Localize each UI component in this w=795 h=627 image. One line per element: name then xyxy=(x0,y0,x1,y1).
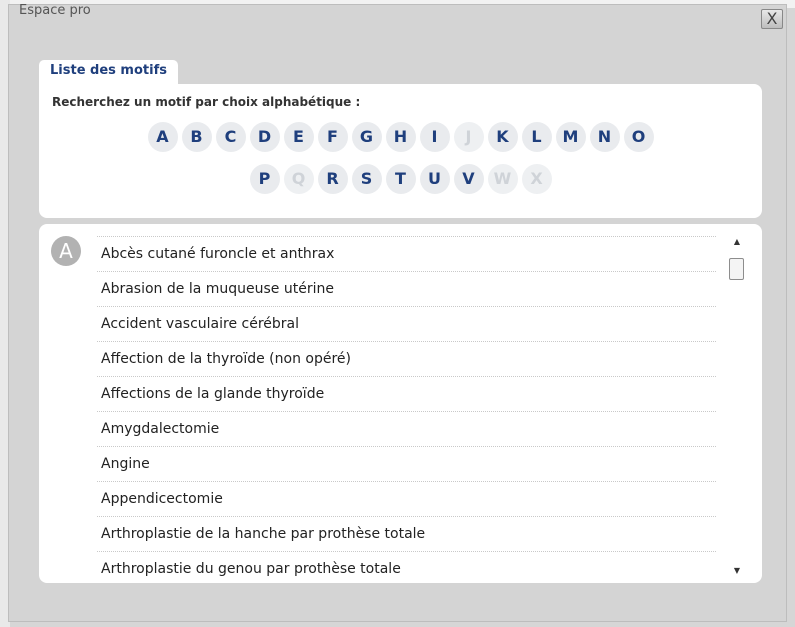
list-item[interactable]: Affections de la glande thyroïde xyxy=(97,377,716,412)
letter-button-j: J xyxy=(453,122,484,152)
list-item[interactable]: Arthroplastie de la hanche par prothèse … xyxy=(97,517,716,552)
letter-button-q: Q xyxy=(283,164,314,194)
motifs-list-panel: A Abcès cutané furoncle et anthrax Abrasi… xyxy=(39,224,762,583)
letter-button-o[interactable]: O xyxy=(623,122,654,152)
list-item[interactable]: Abrasion de la muqueuse utérine xyxy=(97,272,716,307)
list-item[interactable]: Accident vasculaire cérébral xyxy=(97,307,716,342)
list-scrollbar[interactable]: ▲ ▼ xyxy=(728,234,746,579)
letter-button-c[interactable]: C xyxy=(215,122,246,152)
section-letter-badge: A xyxy=(51,236,81,266)
alphabet-filter-panel: Recherchez un motif par choix alphabétiq… xyxy=(39,84,762,218)
alphabet-row-2: PQRSTUVWX xyxy=(39,164,762,194)
list-item[interactable]: Affection de la thyroïde (non opéré) xyxy=(97,342,716,377)
letter-button-w: W xyxy=(487,164,518,194)
letter-button-k[interactable]: K xyxy=(487,122,518,152)
letter-button-u[interactable]: U xyxy=(419,164,450,194)
letter-button-r[interactable]: R xyxy=(317,164,348,194)
alphabet-prompt: Recherchez un motif par choix alphabétiq… xyxy=(52,95,361,109)
dialog-title: Espace pro xyxy=(19,3,91,18)
list-item[interactable]: Angine xyxy=(97,447,716,482)
letter-button-i[interactable]: I xyxy=(419,122,450,152)
letter-button-t[interactable]: T xyxy=(385,164,416,194)
letter-button-s[interactable]: S xyxy=(351,164,382,194)
scroll-thumb[interactable] xyxy=(729,258,744,280)
list-item[interactable]: Amygdalectomie xyxy=(97,412,716,447)
letter-button-m[interactable]: M xyxy=(555,122,586,152)
alphabet-row-1: ABCDEFGHIJKLMNO xyxy=(39,122,762,152)
letter-button-l[interactable]: L xyxy=(521,122,552,152)
letter-button-p[interactable]: P xyxy=(249,164,280,194)
list-item[interactable]: Abcès cutané furoncle et anthrax xyxy=(97,237,716,272)
scroll-down-arrow-icon[interactable]: ▼ xyxy=(728,563,746,579)
letter-button-v[interactable]: V xyxy=(453,164,484,194)
tab-liste-des-motifs[interactable]: Liste des motifs xyxy=(39,60,178,84)
letter-button-f[interactable]: F xyxy=(317,122,348,152)
motifs-list: Abcès cutané furoncle et anthrax Abrasion… xyxy=(97,236,716,583)
letter-button-b[interactable]: B xyxy=(181,122,212,152)
letter-button-e[interactable]: E xyxy=(283,122,314,152)
list-item[interactable]: Appendicectomie xyxy=(97,482,716,517)
letter-button-g[interactable]: G xyxy=(351,122,382,152)
letter-button-d[interactable]: D xyxy=(249,122,280,152)
scroll-up-arrow-icon[interactable]: ▲ xyxy=(728,234,746,250)
letter-button-n[interactable]: N xyxy=(589,122,620,152)
list-item[interactable]: Arthroplastie du genou par prothèse tota… xyxy=(97,552,716,583)
close-button[interactable]: X xyxy=(761,9,783,29)
letter-button-a[interactable]: A xyxy=(147,122,178,152)
letter-button-h[interactable]: H xyxy=(385,122,416,152)
letter-button-x: X xyxy=(521,164,552,194)
